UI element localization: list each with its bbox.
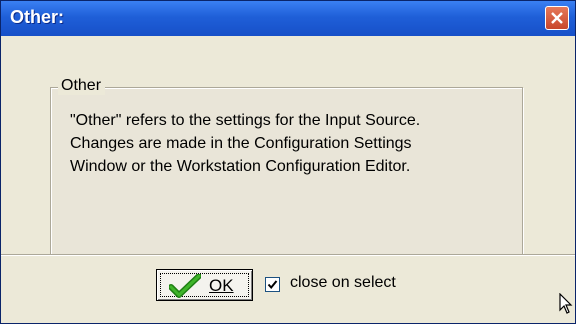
- dialog-client-area: Other "Other" refers to the settings for…: [1, 36, 575, 323]
- mouse-cursor-icon: [559, 293, 573, 314]
- group-box-title: Other: [58, 77, 106, 95]
- window-title: Other:: [10, 7, 64, 27]
- description-line: "Other" refers to the settings for the I…: [70, 112, 421, 129]
- ok-button-label: OK: [209, 276, 234, 295]
- close-button[interactable]: [545, 6, 569, 30]
- description-line: Changes are made in the Configuration Se…: [70, 135, 412, 152]
- close-icon: [551, 12, 563, 24]
- title-bar[interactable]: Other:: [1, 1, 575, 36]
- dialog-window: Other: Other "Other" refers to the setti…: [0, 0, 576, 324]
- group-description: "Other" refers to the settings for the I…: [70, 109, 510, 178]
- description-line: Window or the Workstation Configuration …: [70, 158, 411, 175]
- close-on-select-label[interactable]: close on select: [290, 274, 396, 292]
- footer-separator: [1, 254, 575, 256]
- close-on-select-checkbox[interactable]: [265, 277, 280, 292]
- ok-button[interactable]: OK: [156, 269, 253, 301]
- checkmark-icon: [169, 274, 201, 298]
- check-mark-icon: [267, 280, 278, 290]
